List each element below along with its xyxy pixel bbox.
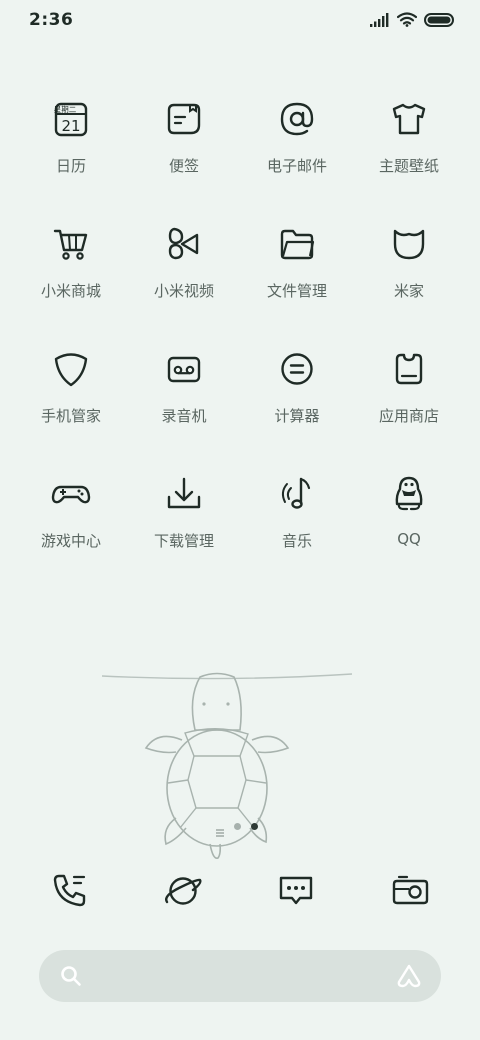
app-row: 星期二 21 日历 便签 电子邮件 主题壁纸: [0, 90, 480, 200]
app-music[interactable]: 音乐: [241, 465, 353, 565]
dock: [0, 866, 480, 916]
app-label: 音乐: [281, 532, 312, 550]
app-label: 日历: [55, 157, 86, 175]
app-row: 手机管家 录音机 计算器 应用商店: [0, 340, 480, 450]
search-icon[interactable]: [59, 964, 83, 988]
status-bar: 2:36: [0, 0, 480, 40]
assistant-icon[interactable]: [395, 962, 423, 990]
app-app-store[interactable]: 应用商店: [353, 340, 465, 440]
mijia-icon: [385, 220, 433, 268]
wifi-icon: [397, 12, 417, 27]
app-label: 手机管家: [40, 407, 101, 425]
app-qq[interactable]: QQ: [353, 465, 465, 565]
folder-icon: [273, 220, 321, 268]
page-dot-active[interactable]: [251, 822, 258, 830]
app-calendar[interactable]: 星期二 21 日历: [15, 90, 127, 190]
app-label: 下载管理: [153, 532, 214, 550]
cart-icon: [47, 220, 95, 268]
app-game-center[interactable]: 游戏中心: [15, 465, 127, 565]
app-themes[interactable]: 主题壁纸: [353, 90, 465, 190]
app-mi-video[interactable]: 小米视频: [128, 215, 240, 315]
browser-planet-icon: [159, 866, 207, 914]
search-bar[interactable]: [39, 950, 441, 1002]
email-icon: [273, 95, 321, 143]
dock-phone[interactable]: [46, 866, 94, 914]
recorder-icon: [160, 345, 208, 393]
app-label: 文件管理: [266, 282, 327, 300]
turtle-wallpaper-illustration: [100, 668, 355, 863]
app-label: 计算器: [274, 407, 320, 425]
calendar-icon: 星期二 21: [47, 95, 95, 143]
page-indicator[interactable]: [216, 822, 258, 837]
dock-browser[interactable]: [159, 866, 207, 914]
app-mi-store[interactable]: 小米商城: [15, 215, 127, 315]
download-icon: [160, 470, 208, 518]
app-recorder[interactable]: 录音机: [128, 340, 240, 440]
app-label: 主题壁纸: [378, 157, 439, 175]
messages-icon: [272, 866, 320, 914]
menu-lines-icon: [216, 822, 224, 837]
app-notes[interactable]: 便签: [128, 90, 240, 190]
status-icons: [370, 12, 454, 27]
app-label: 米家: [393, 282, 424, 300]
app-calculator[interactable]: 计算器: [241, 340, 353, 440]
app-store-icon: [385, 345, 433, 393]
app-file-manager[interactable]: 文件管理: [241, 215, 353, 315]
status-time: 2:36: [29, 10, 74, 30]
phone-icon: [46, 866, 94, 914]
app-mijia[interactable]: 米家: [353, 215, 465, 315]
app-email[interactable]: 电子邮件: [241, 90, 353, 190]
app-label: 游戏中心: [40, 532, 101, 550]
app-label: QQ: [397, 530, 421, 548]
page-dot[interactable]: [234, 822, 241, 830]
svg-text:星期二: 星期二: [54, 105, 77, 114]
app-label: 便签: [168, 157, 199, 175]
music-icon: [273, 470, 321, 518]
app-security[interactable]: 手机管家: [15, 340, 127, 440]
svg-text:21: 21: [61, 117, 80, 135]
shield-icon: [47, 345, 95, 393]
app-label: 录音机: [161, 407, 207, 425]
app-label: 电子邮件: [266, 157, 327, 175]
qq-penguin-icon: [385, 470, 433, 518]
app-label: 应用商店: [378, 407, 439, 425]
app-row: 小米商城 小米视频 文件管理 米家: [0, 215, 480, 325]
calculator-icon: [273, 345, 321, 393]
themes-icon: [385, 95, 433, 143]
signal-icon: [370, 12, 390, 27]
notes-icon: [160, 95, 208, 143]
app-label: 小米视频: [153, 282, 214, 300]
app-label: 小米商城: [40, 282, 101, 300]
camera-icon: [385, 866, 433, 914]
battery-icon: [424, 12, 454, 27]
app-downloads[interactable]: 下载管理: [128, 465, 240, 565]
gamepad-icon: [47, 470, 95, 518]
dock-messages[interactable]: [272, 866, 320, 914]
app-row: 游戏中心 下载管理 音乐 QQ: [0, 465, 480, 575]
dock-camera[interactable]: [385, 866, 433, 914]
video-icon: [160, 220, 208, 268]
